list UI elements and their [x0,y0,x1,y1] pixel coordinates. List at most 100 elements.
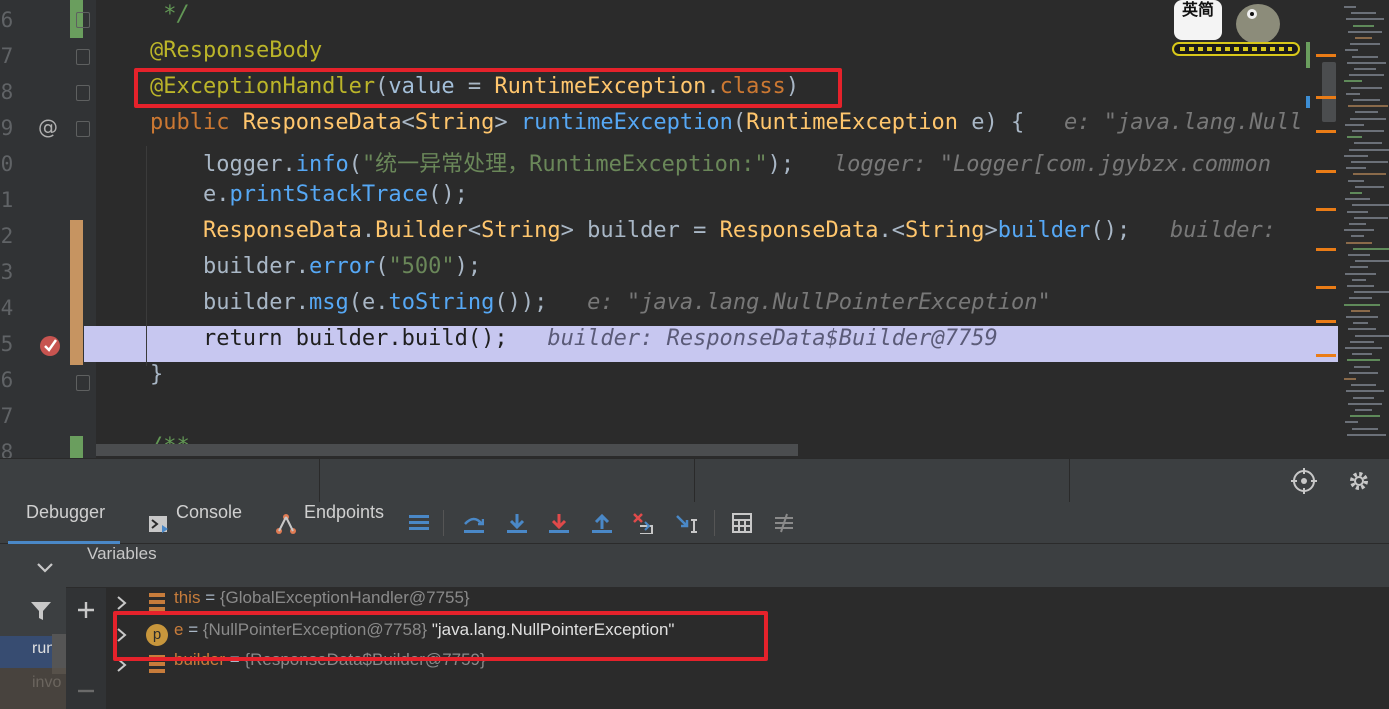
step-over-icon[interactable] [462,512,484,534]
remove-watch-icon[interactable] [76,686,96,696]
vertical-scrollbar-thumb[interactable] [1322,62,1336,122]
line-number[interactable]: 43 [0,254,22,290]
variable-name: this [174,588,201,607]
ime-widget[interactable]: 英简 [1172,0,1302,58]
minimap-line [1353,173,1386,176]
code-token: @ResponseBody [150,38,323,63]
error-stripe-marker[interactable] [1316,54,1336,57]
scroll-blue-marker [1306,96,1310,108]
minimap-line [1345,49,1358,52]
line-number[interactable]: 36 [0,2,22,38]
scroll-green-marker [1306,42,1310,68]
current-execution-line[interactable]: return builder.build(); builder: Respons… [84,326,1338,362]
gear-icon[interactable] [1347,469,1371,493]
add-watch-icon[interactable] [76,600,96,620]
crosshair-icon[interactable] [1291,468,1317,494]
minimap-line [1352,278,1366,281]
tab-endpoints[interactable]: Endpoints [304,502,384,544]
tab-debugger[interactable]: Debugger [8,502,120,544]
field-icon [149,593,165,611]
minimap[interactable] [1338,0,1389,458]
tab-console[interactable]: Console [176,502,242,544]
trace-stream-icon[interactable] [773,512,795,534]
line-number[interactable]: 45 [0,326,22,362]
error-stripe-marker[interactable] [1316,96,1336,99]
code-line[interactable]: logger.info("统一异常处理，RuntimeException:");… [84,146,1338,182]
code-token: info [295,152,349,177]
code-line[interactable]: e.printStackTrace(); [84,182,1338,218]
line-number[interactable]: 42 [0,218,22,254]
vcs-added-marker[interactable] [70,436,83,458]
code-line[interactable]: @ResponseBody [84,38,1338,74]
run-to-cursor-icon[interactable] [675,512,697,534]
line-number[interactable]: 40 [0,146,22,182]
minimap-line [1344,378,1356,380]
line-number[interactable]: 37 [0,38,22,74]
error-stripe-marker[interactable] [1316,320,1336,323]
code-token: .< [878,218,906,243]
line-number[interactable]: 47 [0,398,22,434]
minimap-line [1347,359,1380,362]
breakpoint-icon[interactable] [38,334,62,358]
vcs-modified-marker[interactable] [70,220,83,365]
error-stripe-marker[interactable] [1316,170,1336,173]
code-line[interactable]: builder.msg(e.toString()); e: "java.lang… [84,290,1338,326]
code-token: builder. [150,290,309,315]
error-stripe-marker[interactable] [1316,208,1336,211]
evaluate-expression-icon[interactable] [731,512,753,534]
minimap-line [1346,316,1378,318]
chevron-down-icon[interactable] [36,562,54,574]
minimap-line [1350,340,1374,343]
line-number[interactable]: 46 [0,362,22,398]
code-line[interactable]: */ [84,2,1338,38]
error-stripe-marker[interactable] [1316,354,1336,357]
ime-toolbar[interactable] [1172,42,1300,56]
line-number[interactable]: 44 [0,290,22,326]
filter-icon[interactable] [30,600,52,622]
error-stripe-marker[interactable] [1316,286,1336,289]
drop-frame-icon[interactable] [632,512,654,534]
horizontal-scrollbar[interactable] [96,444,798,456]
code-lines[interactable]: */@ResponseBody @ExceptionHandler(value =… [84,0,1338,458]
line-number[interactable]: 48 [0,434,22,458]
step-out-icon[interactable] [590,512,612,534]
minimap-line [1344,6,1356,8]
code-line[interactable]: @ExceptionHandler(value = RuntimeExcepti… [84,74,1338,110]
minimap-line [1355,260,1389,263]
code-token: class [719,74,786,99]
code-token: public [150,110,243,135]
tool-window-header [0,458,1389,503]
code-line[interactable]: builder.error("500"); [84,254,1338,290]
variable-row[interactable]: builder = {ResponseData$Builder@7759} [106,650,1389,680]
minimap-line [1353,99,1380,101]
expand-chevron-icon[interactable] [116,595,128,611]
variable-row[interactable]: p e = {NullPointerException@7758} "java.… [106,620,1389,650]
code-token: > builder = [560,218,720,243]
force-step-into-icon[interactable] [547,512,569,534]
code-editor[interactable]: @ 36 37 38 39 40 41 42 43 44 45 46 47 48 */ @Response… [0,0,1389,458]
error-stripe-marker[interactable] [1316,248,1336,251]
expand-chevron-icon[interactable] [116,657,128,673]
code-line[interactable]: public ResponseData<String> runtimeExcep… [84,110,1338,146]
code-line[interactable] [84,398,1338,434]
variable-row[interactable]: this = {GlobalExceptionHandler@7755} [106,588,1389,618]
error-stripe-marker[interactable] [1316,130,1336,133]
ime-badge[interactable]: 英简 [1174,0,1222,40]
code-token: < [467,218,482,243]
variables-tree[interactable]: this = {GlobalExceptionHandler@7755} p e… [106,588,1389,709]
minimap-line [1346,241,1372,244]
line-number-text: 40 [0,152,14,176]
code-token: > [494,110,521,135]
inline-debug-hint: builder: [1169,218,1290,243]
line-number[interactable]: 41 [0,182,22,218]
override-at-icon[interactable]: @ [38,115,58,139]
code-line[interactable]: ResponseData.Builder<String> builder = R… [84,218,1338,254]
line-number[interactable]: 38 [0,74,22,110]
minimap-line [1345,421,1358,424]
line-number[interactable]: 39 [0,110,22,146]
variable-equals: = [200,588,220,607]
code-line[interactable]: } [84,362,1338,398]
frames-list-icon[interactable] [408,512,430,534]
step-into-icon[interactable] [505,512,527,534]
expand-chevron-icon[interactable] [116,627,128,643]
